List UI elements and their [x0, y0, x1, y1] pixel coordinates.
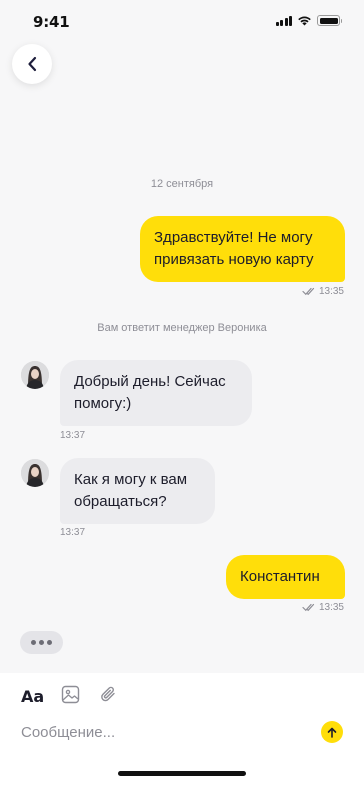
double-check-icon	[302, 287, 315, 296]
arrow-up-icon	[327, 727, 337, 738]
system-note: Вам ответит менеджер Вероника	[97, 322, 267, 334]
attach-image-button[interactable]	[61, 685, 80, 709]
typing-indicator	[20, 631, 63, 654]
image-icon	[61, 685, 80, 704]
status-time: 9:41	[33, 13, 70, 31]
message-time: 13:37	[60, 527, 86, 538]
cellular-signal-icon	[275, 15, 292, 26]
manager-photo-icon	[21, 361, 49, 389]
message-bubble-outgoing[interactable]: Здравствуйте! Не могу привязать новую ка…	[140, 216, 345, 282]
message-text: Константин	[240, 568, 320, 585]
double-check-icon	[302, 603, 315, 612]
chevron-left-icon	[28, 56, 37, 72]
message-time: 13:37	[60, 430, 86, 441]
message-bubble-incoming[interactable]: Добрый день! Сейчас помогу:)	[60, 360, 252, 426]
avatar[interactable]	[21, 459, 49, 487]
message-meta: 13:37	[60, 527, 85, 538]
message-meta: 13:35	[302, 286, 344, 297]
message-bubble-outgoing[interactable]: Константин	[226, 555, 345, 599]
typing-dot	[47, 640, 52, 645]
wifi-icon	[298, 16, 311, 26]
paperclip-icon	[101, 686, 115, 702]
avatar[interactable]	[21, 361, 49, 389]
message-meta: 13:35	[302, 602, 344, 613]
status-icons	[275, 15, 342, 26]
typing-dot	[39, 640, 44, 645]
message-text: Добрый день! Сейчас помогу:)	[74, 373, 226, 412]
back-button[interactable]	[12, 44, 52, 84]
message-composer: Aa	[0, 673, 364, 786]
typing-dot	[31, 640, 36, 645]
manager-photo-icon	[21, 459, 49, 487]
home-indicator[interactable]	[118, 771, 246, 776]
send-button[interactable]	[321, 721, 343, 743]
message-time: 13:35	[318, 602, 344, 613]
date-separator: 12 сентября	[150, 178, 214, 190]
message-bubble-incoming[interactable]: Как я могу к вам обращаться?	[60, 458, 215, 524]
attach-file-button[interactable]	[99, 685, 118, 709]
battery-icon	[317, 15, 342, 26]
message-time: 13:35	[318, 286, 344, 297]
message-text: Здравствуйте! Не могу привязать новую ка…	[154, 229, 314, 268]
text-format-button[interactable]: Aa	[21, 687, 44, 706]
message-text: Как я могу к вам обращаться?	[74, 471, 188, 510]
message-input[interactable]	[21, 721, 301, 743]
message-meta: 13:37	[60, 430, 85, 441]
status-bar: 9:41	[0, 0, 364, 44]
